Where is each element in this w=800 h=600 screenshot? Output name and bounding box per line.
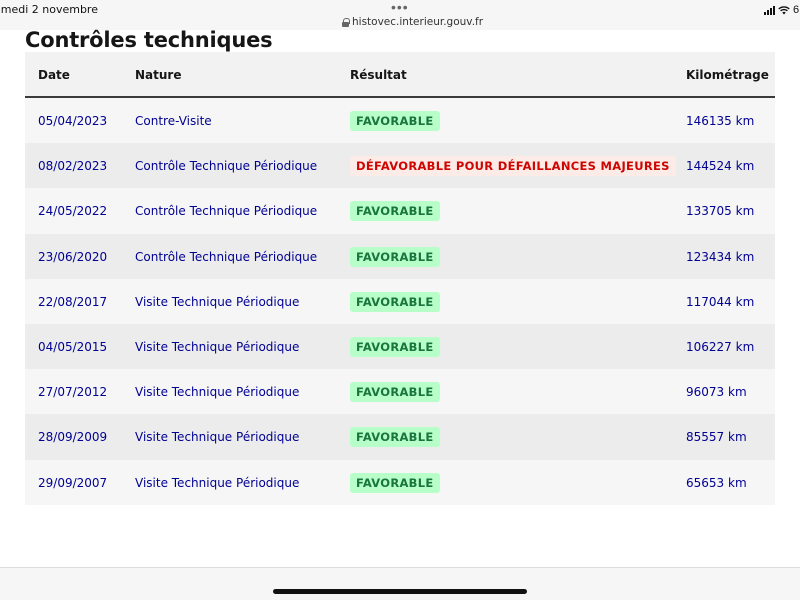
status-badge: FAVORABLE <box>350 382 440 403</box>
status-date: amedi 2 novembre <box>0 3 98 16</box>
status-badge: FAVORABLE <box>350 201 440 222</box>
row-nature: Visite Technique Périodique <box>135 385 300 400</box>
table-row: 24/05/2022 Contrôle Technique Périodique… <box>25 188 775 234</box>
row-nature: Contrôle Technique Périodique <box>135 249 318 264</box>
row-km: 117044 km <box>686 294 755 309</box>
table-header: Date Nature Résultat Kilométrage <box>25 52 775 98</box>
url-bar[interactable]: histovec.interieur.gouv.fr <box>342 16 483 28</box>
table-row: 29/09/2007 Visite Technique Périodique F… <box>25 459 775 505</box>
page-content: Contrôles techniques Date Nature Résulta… <box>0 28 800 568</box>
header-km: Kilométrage <box>686 68 769 82</box>
row-km: 144524 km <box>686 159 755 174</box>
page-title: Contrôles techniques <box>25 28 273 52</box>
row-km: 146135 km <box>686 114 755 128</box>
signal-icon <box>764 5 775 15</box>
table-row: 08/02/2023 Contrôle Technique Périodique… <box>25 143 775 189</box>
row-nature: Contrôle Technique Périodique <box>135 159 318 174</box>
row-date: 23/06/2020 <box>38 249 108 264</box>
row-km: 85557 km <box>686 430 747 445</box>
row-km: 123434 km <box>686 249 755 264</box>
table-row: 27/07/2012 Visite Technique Périodique F… <box>25 369 775 415</box>
controls-table: Date Nature Résultat Kilométrage 05/04/2… <box>25 52 775 505</box>
row-km: 65653 km <box>686 475 747 490</box>
table-row: 22/08/2017 Visite Technique Périodique F… <box>25 278 775 324</box>
table-row: 28/09/2009 Visite Technique Périodique F… <box>25 414 775 460</box>
row-nature: Contrôle Technique Périodique <box>135 204 318 219</box>
url-text: histovec.interieur.gouv.fr <box>352 16 484 28</box>
status-badge: DÉFAVORABLE POUR DÉFAILLANCES MAJEURES <box>350 156 676 177</box>
row-date: 04/05/2015 <box>38 339 108 354</box>
lock-icon <box>342 17 350 27</box>
wifi-icon <box>778 5 790 14</box>
row-nature: Visite Technique Périodique <box>135 294 300 309</box>
row-km: 133705 km <box>686 204 755 219</box>
row-km: 96073 km <box>686 385 747 400</box>
status-badge: FAVORABLE <box>350 291 440 312</box>
row-date: 24/05/2022 <box>38 204 108 219</box>
status-badge: FAVORABLE <box>350 472 440 493</box>
row-date: 27/07/2012 <box>38 385 108 400</box>
row-nature: Visite Technique Périodique <box>135 339 300 354</box>
header-nature: Nature <box>135 68 182 82</box>
table-row: 05/04/2023 Contre-Visite FAVORABLE 14613… <box>25 98 775 144</box>
row-date: 08/02/2023 <box>38 159 108 174</box>
header-result: Résultat <box>350 68 407 82</box>
header-date: Date <box>38 68 70 82</box>
status-badge: FAVORABLE <box>350 111 440 131</box>
battery-text: 6 <box>793 4 800 16</box>
row-nature: Contre-Visite <box>135 114 212 128</box>
row-nature: Visite Technique Périodique <box>135 475 300 490</box>
more-dots-icon[interactable]: ••• <box>391 0 409 14</box>
table-row: 04/05/2015 Visite Technique Périodique F… <box>25 323 775 370</box>
row-date: 28/09/2009 <box>38 430 108 445</box>
status-badge: FAVORABLE <box>350 336 440 357</box>
row-km: 106227 km <box>686 339 755 354</box>
row-date: 29/09/2007 <box>38 475 108 490</box>
status-indicators: 6 <box>764 4 799 16</box>
row-nature: Visite Technique Périodique <box>135 430 300 445</box>
status-badge: FAVORABLE <box>350 427 440 448</box>
table-row: 23/06/2020 Contrôle Technique Périodique… <box>25 233 775 279</box>
home-indicator[interactable] <box>273 589 527 594</box>
row-date: 05/04/2023 <box>38 114 108 128</box>
row-date: 22/08/2017 <box>38 294 108 309</box>
status-badge: FAVORABLE <box>350 246 440 267</box>
